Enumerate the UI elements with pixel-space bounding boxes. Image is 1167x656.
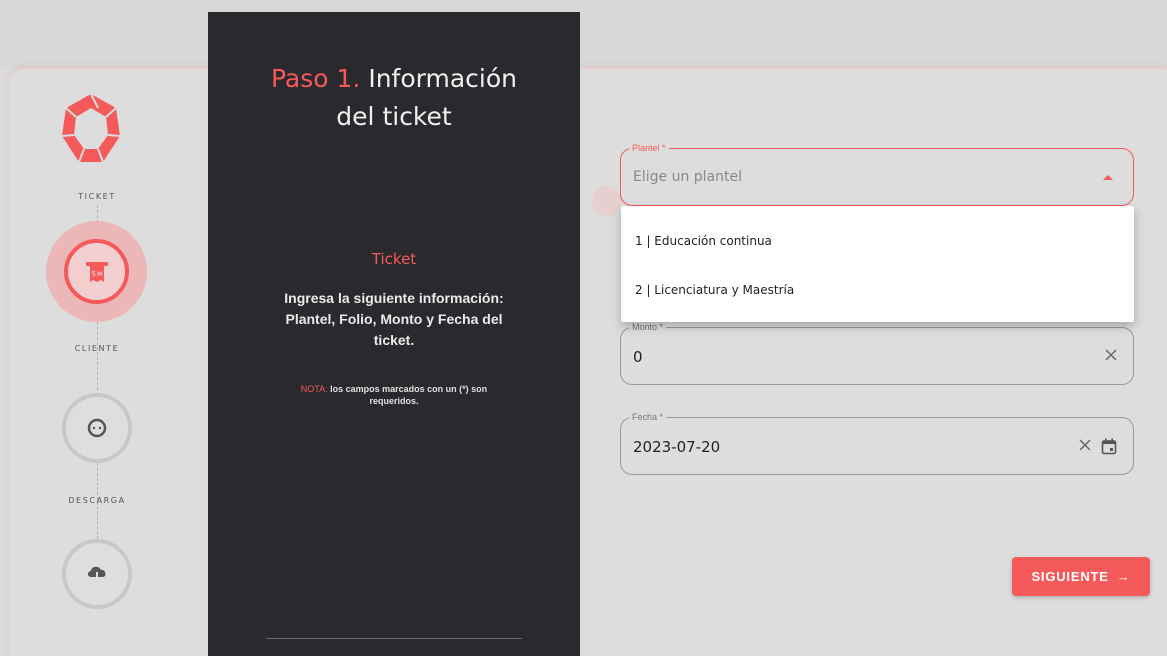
info-panel: Paso 1. Información del ticket Ticket In…	[208, 12, 580, 656]
note-text: los campos marcados con un (*) son reque…	[327, 384, 488, 406]
chevron-up-icon[interactable]	[1103, 175, 1113, 180]
step-label-ticket: TICKET	[78, 192, 116, 201]
ticket-receipt-icon: $≡	[85, 261, 108, 282]
chat-bubble-icon	[87, 418, 107, 438]
top-background	[0, 0, 1167, 70]
plantel-dropdown: 1 | Educación continua 2 | Licenciatura …	[621, 206, 1134, 322]
panel-title-step: Paso 1.	[270, 64, 361, 93]
step-connector	[97, 322, 98, 390]
fecha-field[interactable]: Fecha * 2023-07-20	[620, 411, 1134, 475]
calendar-icon[interactable]	[1101, 438, 1117, 455]
svg-text:$≡: $≡	[91, 269, 103, 278]
step-cliente-button[interactable]	[62, 393, 132, 463]
monto-label: Monto *	[629, 321, 667, 333]
plantel-placeholder: Elige un plantel	[633, 169, 742, 185]
ripple-effect	[592, 186, 622, 216]
close-icon[interactable]	[1077, 437, 1093, 453]
step-ticket-button[interactable]: $≡	[46, 221, 147, 322]
step-descarga-button[interactable]	[62, 539, 132, 609]
panel-subtitle: Ticket	[371, 250, 417, 268]
cloud-download-icon	[88, 566, 106, 584]
fecha-label: Fecha *	[629, 411, 667, 423]
note-prefix: NOTA:	[300, 384, 328, 394]
panel-title: Paso 1. Información del ticket	[208, 60, 580, 136]
monto-value: 0	[633, 348, 643, 366]
step-label-cliente: CLIENTE	[74, 344, 120, 353]
next-button[interactable]: SIGUIENTE →	[1012, 557, 1150, 596]
next-button-label: SIGUIENTE	[1031, 569, 1109, 584]
panel-note: NOTA: los campos marcados con un (*) son…	[278, 383, 510, 407]
dropdown-option[interactable]: 1 | Educación continua	[635, 234, 772, 248]
close-icon[interactable]	[1103, 347, 1119, 363]
arrow-right-icon: →	[1116, 569, 1131, 584]
monto-field[interactable]: Monto * 0	[620, 321, 1134, 385]
dropdown-option[interactable]: 2 | Licenciatura y Maestría	[635, 283, 794, 297]
step-label-descarga: DESCARGA	[68, 496, 126, 505]
panel-title-line2: del ticket	[336, 102, 452, 131]
panel-description: Ingresa la siguiente información: Plante…	[284, 290, 504, 348]
knot-logo-icon	[61, 93, 121, 163]
plantel-label: Plantel *	[629, 142, 669, 154]
panel-divider	[266, 638, 522, 639]
panel-title-rest: Información	[360, 64, 517, 93]
plantel-select[interactable]: Plantel * Elige un plantel	[620, 142, 1134, 206]
fecha-value: 2023-07-20	[633, 438, 721, 456]
